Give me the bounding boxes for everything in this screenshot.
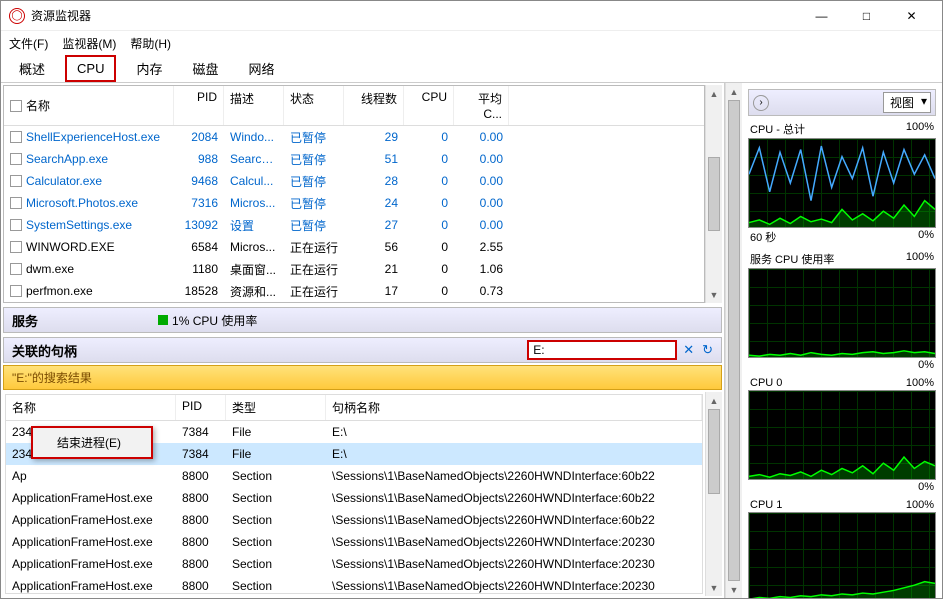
chart-box: CPU 1 100% bbox=[748, 498, 936, 598]
process-row[interactable]: Microsoft.Photos.exe 7316Micros...已暂停 24… bbox=[4, 192, 704, 214]
chart-foot-right: 0% bbox=[918, 481, 934, 493]
col-name[interactable]: 名称 bbox=[26, 97, 50, 114]
tab-memory[interactable]: 内存 bbox=[126, 55, 172, 82]
search-results-banner: "E:"的搜索结果 bbox=[3, 365, 722, 390]
process-table: 名称 PID 描述 状态 线程数 CPU 平均 C... ShellExperi… bbox=[3, 85, 705, 303]
handles-title: 关联的句柄 bbox=[12, 341, 77, 360]
process-row[interactable]: perfmon.exe 18528资源和...正在运行 1700.73 bbox=[4, 280, 704, 302]
checkbox-all[interactable] bbox=[10, 100, 22, 112]
chart-body bbox=[748, 390, 936, 480]
handles-table: 名称 PID 类型 句柄名称 2345PicViewer.exe7384File… bbox=[5, 394, 703, 594]
window-title: 资源监视器 bbox=[31, 7, 91, 24]
tabbar: 概述 CPU 内存 磁盘 网络 bbox=[1, 55, 942, 83]
tab-cpu[interactable]: CPU bbox=[65, 55, 116, 82]
process-row[interactable]: ShellExperienceHost.exe 2084Windo...已暂停 … bbox=[4, 126, 704, 148]
view-dropdown[interactable]: 视图 bbox=[883, 92, 931, 113]
hcol-type[interactable]: 类型 bbox=[226, 395, 326, 420]
handle-row[interactable]: Ap8800Section\Sessions\1\BaseNamedObject… bbox=[6, 465, 702, 487]
process-row[interactable]: Calculator.exe 9468Calcul...已暂停 2800.00 bbox=[4, 170, 704, 192]
process-checkbox[interactable] bbox=[10, 219, 22, 231]
minimize-button[interactable]: — bbox=[799, 1, 844, 31]
chart-body bbox=[748, 268, 936, 358]
chart-max: 100% bbox=[906, 499, 934, 511]
handles-header[interactable]: 关联的句柄 E: ✕ ↻ bbox=[3, 337, 722, 363]
services-usage: 1% CPU 使用率 bbox=[172, 312, 257, 329]
close-button[interactable]: ✕ bbox=[889, 1, 934, 31]
chart-foot-right: 0% bbox=[918, 229, 934, 245]
chart-foot-left: 60 秒 bbox=[750, 229, 776, 245]
tab-disk[interactable]: 磁盘 bbox=[182, 55, 228, 82]
process-row[interactable]: WINWORD.EXE 6584Micros...正在运行 5602.55 bbox=[4, 236, 704, 258]
maximize-button[interactable]: □ bbox=[844, 1, 889, 31]
process-checkbox[interactable] bbox=[10, 285, 22, 297]
menubar: 文件(F) 监视器(M) 帮助(H) bbox=[1, 31, 942, 55]
main-scrollbar[interactable]: ▲ ▼ bbox=[725, 83, 742, 598]
services-bar[interactable]: 服务 1% CPU 使用率 bbox=[3, 307, 722, 333]
handle-row[interactable]: ApplicationFrameHost.exe8800Section\Sess… bbox=[6, 487, 702, 509]
handles-table-header: 名称 PID 类型 句柄名称 bbox=[6, 395, 702, 421]
chart-body bbox=[748, 138, 936, 228]
chart-title: CPU 0 bbox=[750, 377, 782, 389]
chart-max: 100% bbox=[906, 121, 934, 137]
col-avg[interactable]: 平均 C... bbox=[454, 86, 509, 125]
hcol-handle[interactable]: 句柄名称 bbox=[326, 395, 702, 420]
process-checkbox[interactable] bbox=[10, 197, 22, 209]
usage-indicator-icon bbox=[158, 315, 168, 325]
handles-search-input[interactable]: E: bbox=[527, 340, 677, 360]
charts-header: › 视图 bbox=[748, 89, 936, 116]
chart-box: CPU 0 100% 0% bbox=[748, 376, 936, 494]
menu-help[interactable]: 帮助(H) bbox=[130, 35, 171, 52]
chart-body bbox=[748, 512, 936, 598]
hcol-pid[interactable]: PID bbox=[176, 395, 226, 420]
col-desc[interactable]: 描述 bbox=[224, 86, 284, 125]
context-end-process[interactable]: 结束进程(E) bbox=[33, 428, 151, 457]
process-checkbox[interactable] bbox=[10, 131, 22, 143]
handle-row[interactable]: ApplicationFrameHost.exe8800Section\Sess… bbox=[6, 509, 702, 531]
app-icon: ◯ bbox=[9, 8, 25, 24]
titlebar: ◯ 资源监视器 — □ ✕ bbox=[1, 1, 942, 31]
tab-network[interactable]: 网络 bbox=[239, 55, 285, 82]
col-pid[interactable]: PID bbox=[174, 86, 224, 125]
process-row[interactable]: SystemSettings.exe 13092设置已暂停 2700.00 bbox=[4, 214, 704, 236]
tab-overview[interactable]: 概述 bbox=[9, 55, 55, 82]
process-scrollbar[interactable]: ▲ ▼ bbox=[705, 85, 722, 303]
handle-row[interactable]: ApplicationFrameHost.exe8800Section\Sess… bbox=[6, 553, 702, 575]
chart-foot-right: 0% bbox=[918, 359, 934, 371]
expand-charts-icon[interactable]: › bbox=[753, 95, 769, 111]
process-checkbox[interactable] bbox=[10, 153, 22, 165]
chart-box: 服务 CPU 使用率 100% 0% bbox=[748, 250, 936, 372]
process-checkbox[interactable] bbox=[10, 241, 22, 253]
process-row[interactable]: dwm.exe 1180桌面窗...正在运行 2101.06 bbox=[4, 258, 704, 280]
menu-monitor[interactable]: 监视器(M) bbox=[62, 35, 116, 52]
chart-title: CPU - 总计 bbox=[750, 121, 805, 137]
process-row[interactable]: SearchApp.exe 988Search...已暂停 5100.00 bbox=[4, 148, 704, 170]
services-label: 服务 bbox=[12, 311, 38, 330]
chart-box: CPU - 总计 100% 60 秒 0% bbox=[748, 120, 936, 246]
charts-panel: › 视图 CPU - 总计 100% 60 秒 0% 服务 CPU 使用率 100% … bbox=[742, 83, 942, 598]
handle-row[interactable]: ApplicationFrameHost.exe8800Section\Sess… bbox=[6, 575, 702, 594]
menu-file[interactable]: 文件(F) bbox=[9, 35, 48, 52]
handle-row[interactable]: ApplicationFrameHost.exe8800Section\Sess… bbox=[6, 531, 702, 553]
chart-title: CPU 1 bbox=[750, 499, 782, 511]
chart-max: 100% bbox=[906, 251, 934, 267]
process-checkbox[interactable] bbox=[10, 175, 22, 187]
process-header: 名称 PID 描述 状态 线程数 CPU 平均 C... bbox=[4, 86, 704, 126]
handles-scrollbar[interactable]: ▲ ▼ bbox=[705, 392, 722, 596]
process-checkbox[interactable] bbox=[10, 263, 22, 275]
col-threads[interactable]: 线程数 bbox=[344, 86, 404, 125]
context-menu: 结束进程(E) bbox=[31, 426, 153, 459]
chart-title: 服务 CPU 使用率 bbox=[750, 251, 834, 267]
refresh-icon[interactable]: ↻ bbox=[702, 342, 713, 358]
hcol-name[interactable]: 名称 bbox=[6, 395, 176, 420]
clear-search-icon[interactable]: ✕ bbox=[683, 342, 694, 358]
col-cpu[interactable]: CPU bbox=[404, 86, 454, 125]
col-state[interactable]: 状态 bbox=[284, 86, 344, 125]
chart-max: 100% bbox=[906, 377, 934, 389]
